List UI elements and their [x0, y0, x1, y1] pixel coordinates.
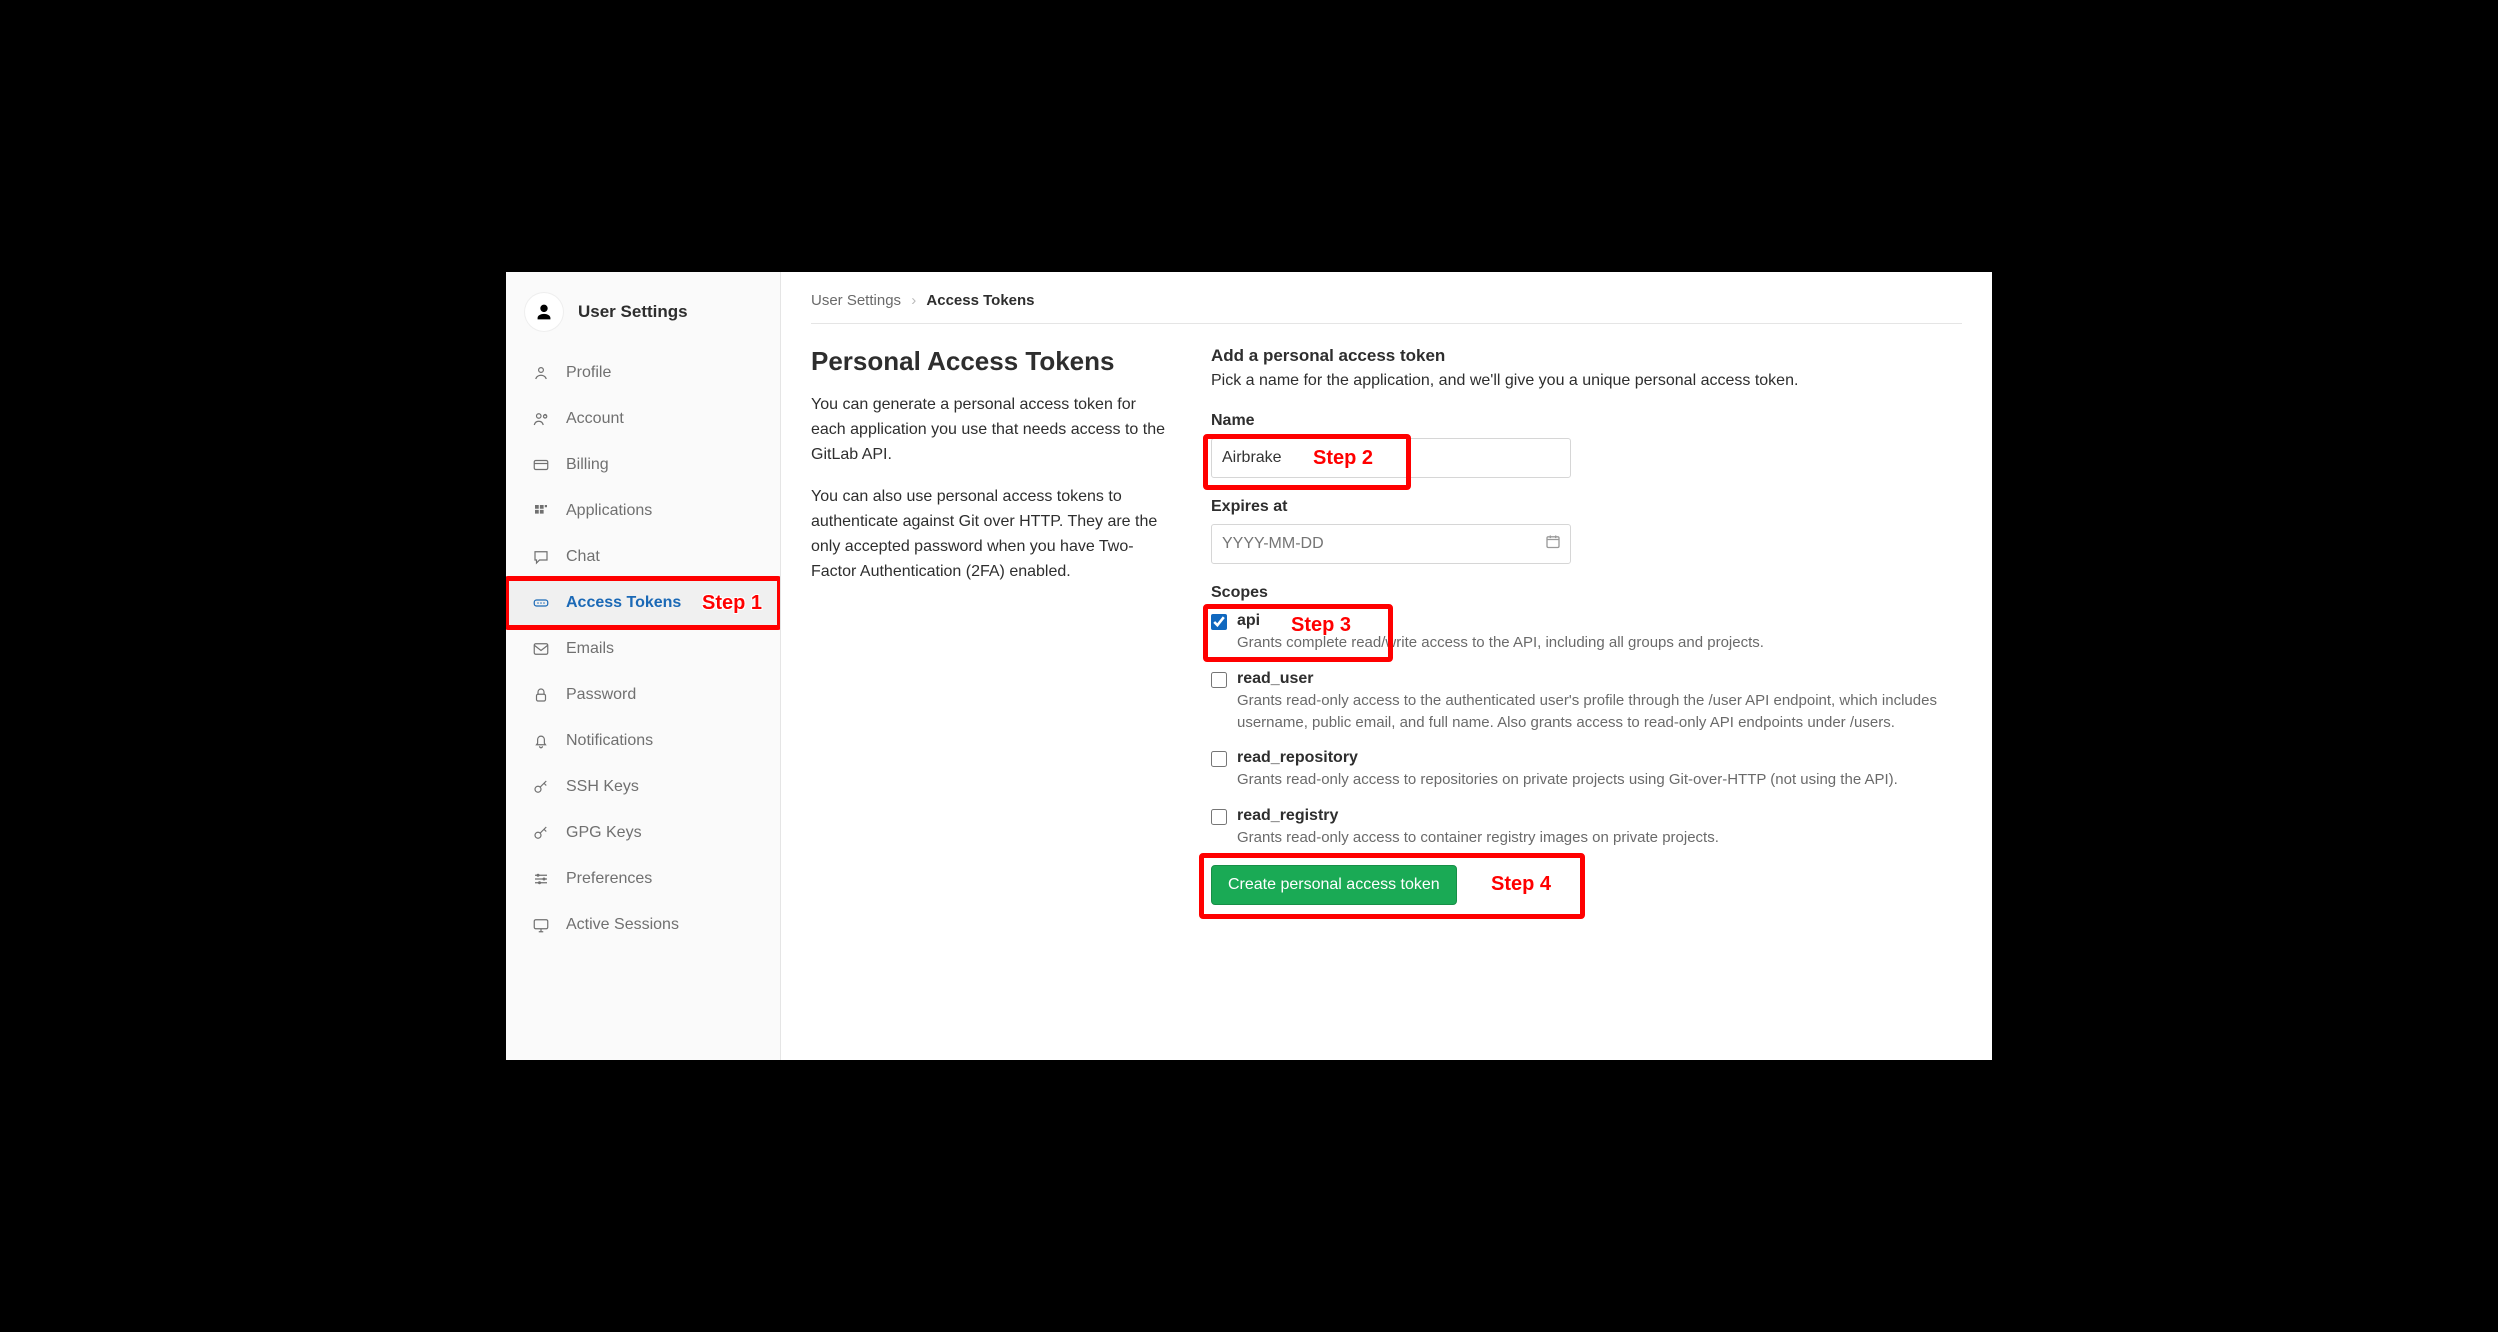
avatar [524, 292, 564, 332]
password-icon [532, 686, 550, 704]
key-icon [532, 778, 550, 796]
form-column: Add a personal access token Pick a name … [1211, 346, 1962, 905]
scopes-label: Scopes [1211, 584, 1962, 602]
scope-checkbox-read_registry[interactable] [1211, 809, 1227, 825]
sidebar-item-label: Password [566, 686, 636, 704]
app-window: User Settings Profile Account Billing Appli… [500, 266, 1998, 1066]
scope-name: api [1237, 612, 1962, 630]
sidebar-item-billing[interactable]: Billing [506, 442, 780, 488]
scopes-field: Scopes api Grants complete read/write acc… [1211, 584, 1962, 849]
scope-desc: Grants read-only access to container reg… [1237, 827, 1962, 849]
sidebar-item-applications[interactable]: Applications [506, 488, 780, 534]
sidebar-item-label: Emails [566, 640, 614, 658]
create-token-button[interactable]: Create personal access token [1211, 865, 1457, 905]
sidebar-item-access-tokens[interactable]: Access Tokens Step 1 [506, 580, 780, 626]
scope-desc: Grants read-only access to repositories … [1237, 769, 1962, 791]
breadcrumb-root[interactable]: User Settings [811, 292, 901, 309]
name-label: Name [1211, 412, 1962, 430]
sidebar-item-label: Profile [566, 364, 611, 382]
sidebar-item-gpg-keys[interactable]: GPG Keys [506, 810, 780, 856]
sidebar-item-label: GPG Keys [566, 824, 642, 842]
sidebar: User Settings Profile Account Billing Appli… [506, 272, 781, 1060]
sidebar-item-preferences[interactable]: Preferences [506, 856, 780, 902]
apps-icon [532, 502, 550, 520]
sidebar-item-label: Preferences [566, 870, 652, 888]
main-content: User Settings › Access Tokens Personal A… [781, 272, 1992, 1060]
sidebar-item-label: Billing [566, 456, 609, 474]
name-input[interactable] [1211, 438, 1571, 478]
scope-api: api Grants complete read/write access to … [1211, 612, 1962, 654]
sidebar-item-profile[interactable]: Profile [506, 350, 780, 396]
submit-row: Create personal access token Step 4 [1211, 865, 1962, 905]
scope-desc: Grants complete read/write access to the… [1237, 632, 1962, 654]
breadcrumb: User Settings › Access Tokens [811, 292, 1962, 324]
intro-column: Personal Access Tokens You can generate … [811, 346, 1171, 905]
annotation-step4-label: Step 4 [1491, 873, 1551, 896]
scope-name: read_user [1237, 670, 1962, 688]
token-icon [532, 594, 550, 612]
breadcrumb-current: Access Tokens [926, 292, 1034, 309]
form-heading: Add a personal access token [1211, 346, 1962, 366]
profile-icon [532, 364, 550, 382]
sidebar-item-emails[interactable]: Emails [506, 626, 780, 672]
sidebar-item-password[interactable]: Password [506, 672, 780, 718]
scope-checkbox-read_user[interactable] [1211, 672, 1227, 688]
sidebar-item-label: Chat [566, 548, 600, 566]
form-subheading: Pick a name for the application, and we'… [1211, 372, 1962, 390]
scope-name: read_repository [1237, 749, 1962, 767]
sidebar-item-ssh-keys[interactable]: SSH Keys [506, 764, 780, 810]
emails-icon [532, 640, 550, 658]
sidebar-nav: Profile Account Billing Applications Chat Acc… [506, 350, 780, 948]
sidebar-item-label: Active Sessions [566, 916, 679, 934]
expires-input[interactable] [1211, 524, 1571, 564]
expires-label: Expires at [1211, 498, 1962, 516]
chat-icon [532, 548, 550, 566]
scope-read_user: read_user Grants read-only access to the … [1211, 670, 1962, 734]
sidebar-title: User Settings [578, 302, 688, 322]
expires-field: Expires at [1211, 498, 1962, 564]
breadcrumb-sep: › [911, 292, 916, 309]
account-icon [532, 410, 550, 428]
name-field: Name Step 2 [1211, 412, 1962, 478]
sidebar-item-label: SSH Keys [566, 778, 639, 796]
scope-desc: Grants read-only access to the authentic… [1237, 690, 1962, 734]
scope-read_registry: read_registry Grants read-only access to … [1211, 807, 1962, 849]
scope-read_repository: read_repository Grants read-only access t… [1211, 749, 1962, 791]
sidebar-item-chat[interactable]: Chat [506, 534, 780, 580]
annotation-step1-label: Step 1 [702, 592, 762, 615]
sidebar-item-account[interactable]: Account [506, 396, 780, 442]
user-icon [533, 301, 555, 323]
sidebar-item-label: Applications [566, 502, 652, 520]
scope-checkbox-api[interactable] [1211, 614, 1227, 630]
sidebar-item-active-sessions[interactable]: Active Sessions [506, 902, 780, 948]
prefs-icon [532, 870, 550, 888]
sidebar-item-label: Access Tokens [566, 594, 681, 612]
key-icon [532, 824, 550, 842]
sidebar-item-label: Account [566, 410, 624, 428]
sidebar-header: User Settings [506, 286, 780, 350]
page-title: Personal Access Tokens [811, 346, 1171, 377]
sidebar-item-notifications[interactable]: Notifications [506, 718, 780, 764]
billing-icon [532, 456, 550, 474]
sidebar-item-label: Notifications [566, 732, 653, 750]
intro-para-1: You can generate a personal access token… [811, 393, 1171, 467]
bell-icon [532, 732, 550, 750]
scope-name: read_registry [1237, 807, 1962, 825]
sessions-icon [532, 916, 550, 934]
calendar-icon[interactable] [1545, 534, 1561, 555]
scope-checkbox-read_repository[interactable] [1211, 751, 1227, 767]
intro-para-2: You can also use personal access tokens … [811, 485, 1171, 584]
